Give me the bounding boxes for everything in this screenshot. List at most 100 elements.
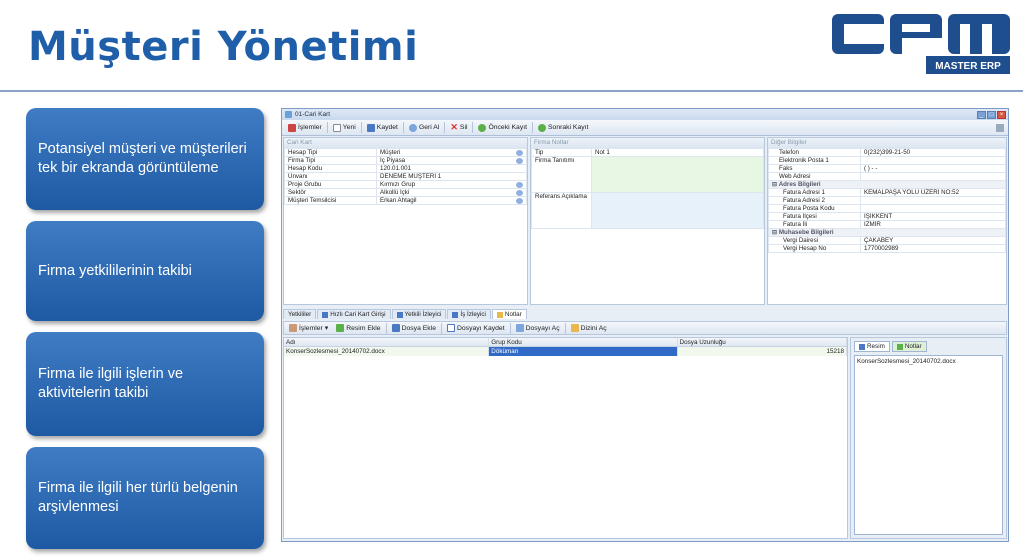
button-label: Dosyayı Aç xyxy=(525,324,560,332)
field-row[interactable]: Fatura İli İZMİR xyxy=(768,220,1006,229)
next-record-button[interactable]: Sonraki Kayıt xyxy=(535,123,591,133)
address-section-row[interactable]: ⊟ Adres Bilgileri xyxy=(768,180,1006,189)
maximize-button[interactable]: □ xyxy=(987,110,996,119)
field-value xyxy=(860,196,1006,205)
cari-kart-window: 01-Cari Kart _ □ × İşlemler Yeni Kaydet … xyxy=(281,108,1009,542)
field-label: Tip xyxy=(531,148,592,157)
folder-icon xyxy=(570,324,579,332)
field-label: Web Adresi xyxy=(768,172,861,181)
tab-hizli-cari-kart[interactable]: Hızlı Cari Kart Girişi xyxy=(317,309,391,319)
file-list-header: Adı Grup Kodu Dosya Uzunluğu xyxy=(284,338,847,347)
dropdown-icon[interactable] xyxy=(516,150,523,156)
collapse-icon[interactable]: ⊟ xyxy=(772,230,779,236)
note-type-row[interactable]: Tip Not 1 xyxy=(531,148,764,157)
delete-button[interactable]: ✕ Sil xyxy=(447,121,470,134)
firma-tanitimi-row[interactable]: Firma Tanıtımı xyxy=(531,156,764,193)
open-folder-button[interactable]: Dizini Aç xyxy=(568,323,610,333)
previous-record-button[interactable]: Önceki Kayıt xyxy=(475,123,530,133)
field-row[interactable]: Fatura İlçesi IŞIKKENT xyxy=(768,212,1006,221)
field-row[interactable]: Web Adresi xyxy=(768,172,1006,181)
tab-notlar[interactable]: Notlar xyxy=(491,309,527,319)
chevron-down-icon: ▾ xyxy=(324,325,329,332)
feature-box-3: Firma ile ilgili işlerin ve aktiviteleri… xyxy=(26,332,264,436)
field-value: 0(232)399-21-50 xyxy=(860,148,1006,157)
new-button[interactable]: Yeni xyxy=(330,123,359,133)
tab-resim[interactable]: Resim xyxy=(854,341,890,352)
tab-side-notlar[interactable]: Notlar xyxy=(891,341,927,352)
undo-button[interactable]: Geri Al xyxy=(406,123,442,133)
feature-box-4: Firma ile ilgili her türlü belgenin arşi… xyxy=(26,447,264,549)
file-add-icon xyxy=(391,324,400,332)
title-divider xyxy=(0,90,1023,92)
open-file-button[interactable]: Dosyayı Aç xyxy=(513,323,563,333)
delete-icon: ✕ xyxy=(450,122,458,132)
tab-label: İş İzleyici xyxy=(460,311,486,318)
field-value: ( ) - - xyxy=(860,164,1006,173)
dropdown-icon[interactable] xyxy=(516,158,523,164)
feature-text-4: Firma ile ilgili her türlü belgenin arşi… xyxy=(38,480,238,515)
preview-content: KonserSozlesmesi_20140702.docx xyxy=(854,355,1003,535)
tab-label: Notlar xyxy=(504,311,522,318)
table-row[interactable]: KonserSozlesmesi_20140702.docx Döküman 1… xyxy=(284,347,847,356)
field-row[interactable]: Hesap Tipi Müşteri xyxy=(284,148,527,157)
tab-yetkililer[interactable]: Yetkililer xyxy=(283,309,317,319)
field-row[interactable]: Elektronik Posta 1 xyxy=(768,156,1006,165)
field-row[interactable]: Sektör Alkollü İçki xyxy=(284,188,527,197)
referans-aciklama-row[interactable]: Referans Açıklama xyxy=(531,192,764,229)
toolbar-separator xyxy=(564,322,566,334)
save-button[interactable]: Kaydet xyxy=(364,123,401,133)
add-image-button[interactable]: Resim Ekle xyxy=(333,323,383,333)
close-button[interactable]: × xyxy=(997,110,1006,119)
firma-tanitimi-field[interactable] xyxy=(591,156,764,193)
image-add-icon xyxy=(336,324,345,332)
button-label: İşlemler xyxy=(299,324,323,332)
field-row[interactable]: Vergi Hesap No 1770002989 xyxy=(768,244,1006,253)
minimize-button[interactable]: _ xyxy=(977,110,986,119)
field-row[interactable]: Ünvanı DENEME MÜŞTERİ 1 xyxy=(284,172,527,181)
file-size-cell: 15218 xyxy=(678,347,847,356)
file-save-icon xyxy=(446,324,455,332)
field-label: Fatura Adresi 2 xyxy=(768,196,861,205)
help-icon[interactable] xyxy=(996,123,1004,132)
field-label: Fatura İli xyxy=(768,220,861,229)
accounting-section-label: Muhasebe Bilgileri xyxy=(778,229,834,236)
dropdown-icon[interactable] xyxy=(516,182,523,188)
field-value: Alkollü İçki xyxy=(380,189,410,196)
field-row[interactable]: Vergi Dairesi ÇAKABEY xyxy=(768,236,1006,245)
dropdown-icon[interactable] xyxy=(516,198,523,204)
tab-yetkili-izleyici[interactable]: Yetkili İzleyici xyxy=(391,309,447,319)
collapse-icon[interactable]: ⊟ xyxy=(772,182,779,188)
toolbar-separator xyxy=(440,322,442,334)
field-row[interactable]: Telefon 0(232)399-21-50 xyxy=(768,148,1006,157)
referans-aciklama-field[interactable] xyxy=(591,192,764,229)
file-islemler-button[interactable]: İşlemler ▾ xyxy=(286,323,331,333)
add-file-button[interactable]: Dosya Ekle xyxy=(389,323,439,333)
field-row[interactable]: Fatura Posta Kodu xyxy=(768,204,1006,213)
save-file-button[interactable]: Dosyayı Kaydet xyxy=(444,323,508,333)
column-header-size[interactable]: Dosya Uzunluğu xyxy=(678,338,847,346)
field-label: Referans Açıklama xyxy=(531,192,592,229)
window-titlebar: 01-Cari Kart _ □ × xyxy=(282,109,1008,120)
field-value xyxy=(860,204,1006,213)
dropdown-icon[interactable] xyxy=(516,190,523,196)
field-row[interactable]: Firma Tipi İç Piyasa xyxy=(284,156,527,165)
column-header-group[interactable]: Grup Kodu xyxy=(489,338,678,346)
field-label: Vergi Hesap No xyxy=(768,244,861,253)
field-row[interactable]: Faks( ) - - xyxy=(768,164,1006,173)
column-header-name[interactable]: Adı xyxy=(284,338,490,346)
field-label: Telefon xyxy=(768,148,861,157)
accounting-section-row[interactable]: ⊟ Muhasebe Bilgileri xyxy=(768,228,1006,237)
file-name-cell: KonserSozlesmesi_20140702.docx xyxy=(284,347,490,356)
field-row[interactable]: Müşteri Temsilcisi Erkan Ahtagil xyxy=(284,196,527,205)
field-row[interactable]: Proje Grubu Kırmızı Grup xyxy=(284,180,527,189)
tab-label: Yetkili İzleyici xyxy=(404,311,442,318)
save-label: Kaydet xyxy=(376,124,398,131)
field-row[interactable]: Hesap Kodu 120.01.001 xyxy=(284,164,527,173)
notes-header: Firma Notlar xyxy=(531,138,764,148)
islemler-button[interactable]: İşlemler xyxy=(285,123,325,133)
tab-is-izleyici[interactable]: İş İzleyici xyxy=(447,309,491,319)
field-value: KEMALPAŞA YOLU ÜZERİ NO:52 xyxy=(860,188,1006,197)
field-label: Sektör xyxy=(284,188,377,197)
field-row[interactable]: Fatura Adresi 1 KEMALPAŞA YOLU ÜZERİ NO:5… xyxy=(768,188,1006,197)
field-row[interactable]: Fatura Adresi 2 xyxy=(768,196,1006,205)
